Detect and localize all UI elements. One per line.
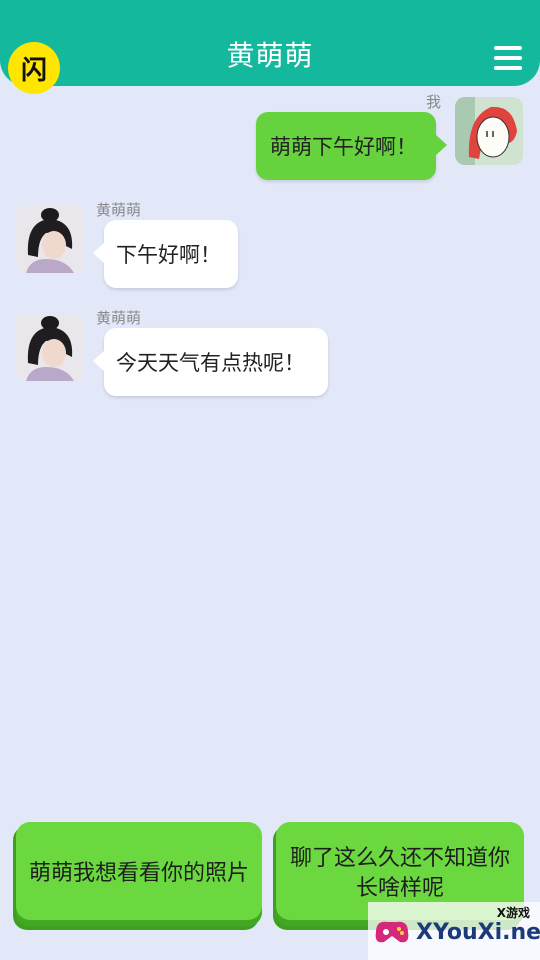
girl-photo-avatar-icon [16, 205, 84, 273]
contact-avatar[interactable] [16, 313, 84, 381]
contact-avatar[interactable] [16, 205, 84, 273]
choice-text-line: 聊了这么久还不知道你 [289, 846, 510, 871]
my-avatar[interactable] [455, 97, 523, 165]
message-text: 今天天气有点热呢！ [116, 351, 305, 375]
message-text: 下午好啊！ [116, 243, 221, 267]
cartoon-avatar-icon [455, 97, 523, 165]
sender-label: 我 [426, 93, 442, 111]
reply-choice-button[interactable]: 萌萌我想看看你的照片 [16, 822, 262, 926]
watermark-top-text: X游戏 [496, 906, 530, 920]
chat-title: 黄萌萌 [226, 39, 314, 72]
menu-icon[interactable] [494, 46, 522, 70]
choice-text: 萌萌我想看看你的照片 [28, 861, 249, 886]
choice-text-line: 长啥样呢 [355, 876, 444, 901]
gamepad-logo-icon [375, 921, 409, 943]
app-header: 黄萌萌 [0, 0, 540, 86]
contact-message-bubble: 下午好啊！ [93, 220, 238, 288]
girl-photo-avatar-icon [16, 313, 84, 381]
contact-message-bubble: 今天天气有点热呢！ [93, 328, 328, 396]
my-message-bubble: 萌萌下午好啊！ [256, 112, 447, 180]
watermark-brand: XYouXi.net [416, 920, 540, 945]
app-logo-icon[interactable]: 闪 [8, 42, 60, 94]
message-text: 萌萌下午好啊！ [270, 135, 417, 159]
watermark: X游戏 XYouXi.net [368, 902, 540, 960]
sender-label: 黄萌萌 [96, 309, 142, 327]
sender-label: 黄萌萌 [96, 201, 142, 219]
